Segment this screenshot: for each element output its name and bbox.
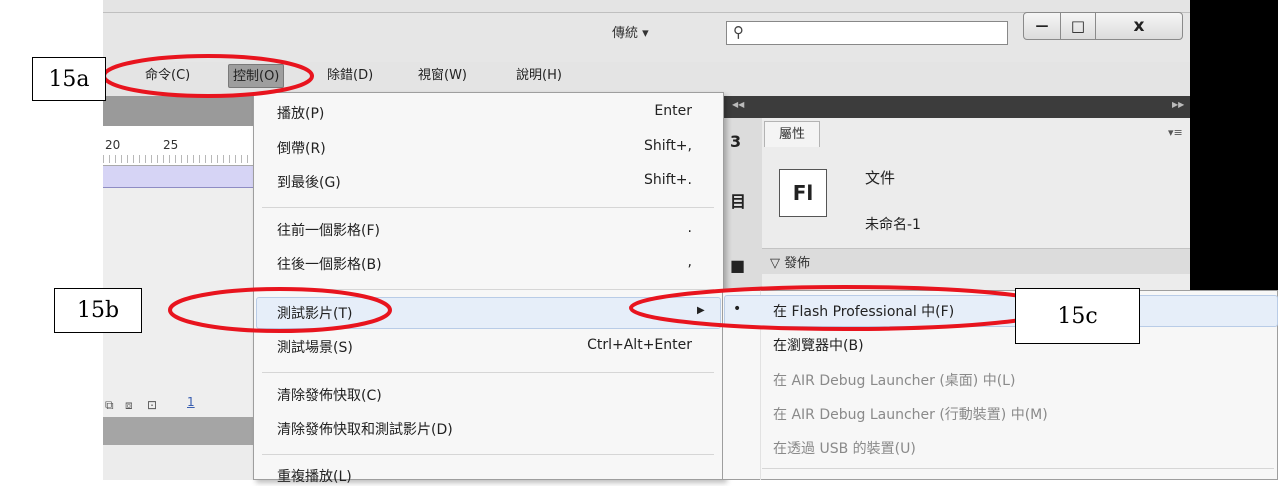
callout-15a: 15a: [32, 57, 106, 101]
annotation-oval-15c: [629, 285, 1061, 331]
annotation-oval-15a: [102, 54, 314, 98]
annotation-ovals: [102, 54, 1061, 333]
callout-15c: 15c: [1015, 288, 1140, 344]
annotation-oval-15b: [168, 287, 392, 333]
callout-15b: 15b: [54, 288, 142, 333]
